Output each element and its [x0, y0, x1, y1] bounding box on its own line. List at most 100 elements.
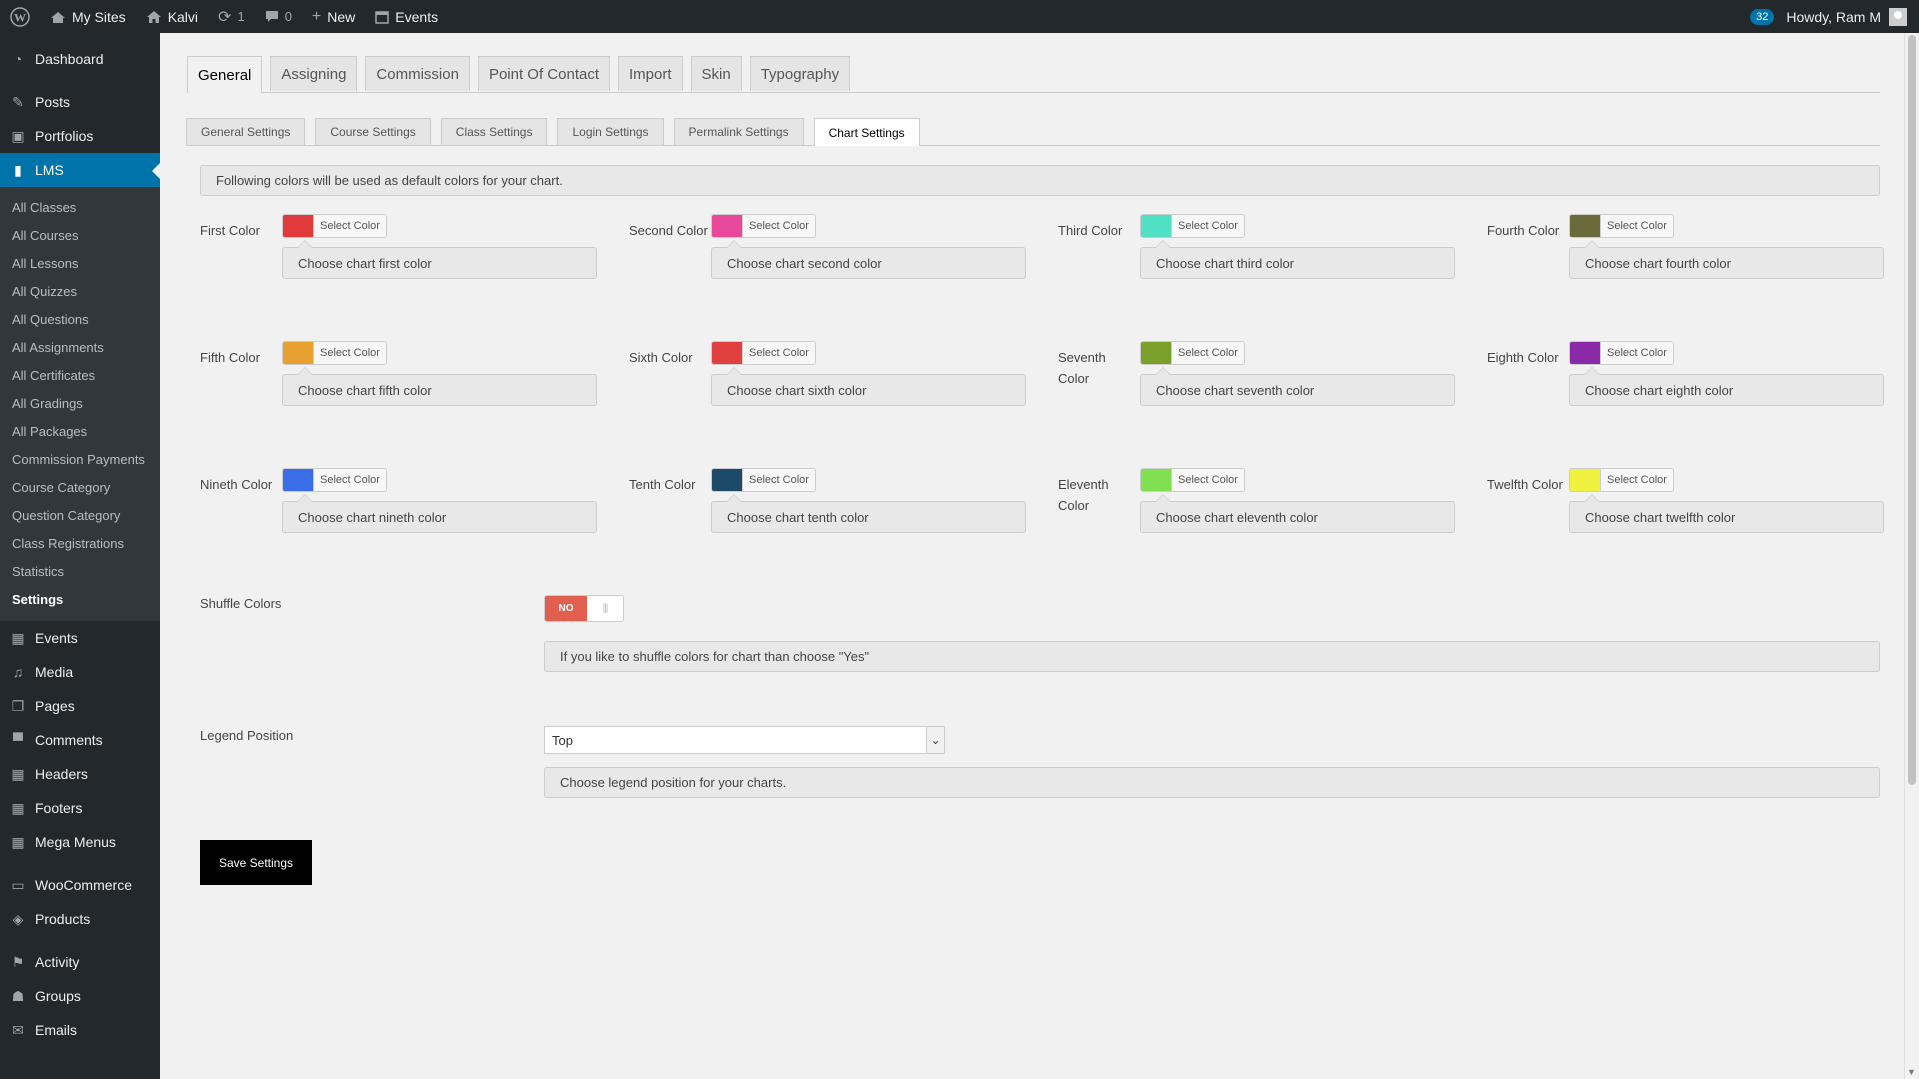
color-picker[interactable]: Select Color	[1569, 341, 1674, 365]
new-content-button[interactable]: + New	[302, 0, 365, 33]
subtab-course-settings[interactable]: Course Settings	[315, 118, 431, 145]
save-settings-button[interactable]: Save Settings	[200, 840, 312, 885]
subtab-permalink-settings[interactable]: Permalink Settings	[673, 118, 804, 145]
tab-skin[interactable]: Skin	[690, 56, 742, 91]
tab-assigning[interactable]: Assigning	[270, 56, 358, 91]
color-picker[interactable]: Select Color	[1140, 341, 1245, 365]
wordpress-logo-button[interactable]: W	[0, 0, 40, 33]
submenu-all-questions[interactable]: All Questions	[0, 306, 160, 334]
events-button[interactable]: Events	[365, 0, 448, 33]
sidebar-item-footers[interactable]: ▦ Footers	[0, 791, 160, 825]
submenu-all-quizzes[interactable]: All Quizzes	[0, 278, 160, 306]
tab-general[interactable]: General	[187, 56, 263, 93]
color-picker[interactable]: Select Color	[1569, 214, 1674, 238]
select-color-button[interactable]: Select Color	[1600, 469, 1673, 491]
color-swatch[interactable]	[1570, 469, 1600, 491]
submenu-question-category[interactable]: Question Category	[0, 502, 160, 530]
pages-icon: ❐	[11, 697, 25, 714]
color-picker[interactable]: Select Color	[711, 214, 816, 238]
color-swatch[interactable]	[712, 215, 742, 237]
color-swatch[interactable]	[283, 469, 313, 491]
submenu-course-category[interactable]: Course Category	[0, 474, 160, 502]
submenu-all-gradings[interactable]: All Gradings	[0, 390, 160, 418]
comments-button[interactable]: 0	[255, 0, 302, 33]
color-swatch[interactable]	[283, 342, 313, 364]
updates-button[interactable]: ⟳ 1	[208, 0, 255, 33]
scroll-down-arrow-icon[interactable]: ▼	[1907, 1067, 1916, 1077]
color-swatch[interactable]	[1141, 342, 1171, 364]
color-swatch[interactable]	[712, 469, 742, 491]
select-color-button[interactable]: Select Color	[1600, 342, 1673, 364]
color-picker[interactable]: Select Color	[282, 214, 387, 238]
select-color-button[interactable]: Select Color	[313, 469, 386, 491]
select-color-button[interactable]: Select Color	[313, 342, 386, 364]
submenu-all-courses[interactable]: All Courses	[0, 222, 160, 250]
select-color-button[interactable]: Select Color	[1171, 469, 1244, 491]
tab-typography[interactable]: Typography	[749, 56, 851, 91]
color-swatch[interactable]	[1570, 342, 1600, 364]
sidebar-item-lms[interactable]: ▮ LMS	[0, 153, 160, 187]
color-swatch[interactable]	[283, 215, 313, 237]
submenu-settings[interactable]: Settings	[0, 586, 160, 614]
legend-position-select[interactable]: Top ⌄	[544, 726, 945, 754]
subtab-login-settings[interactable]: Login Settings	[557, 118, 664, 145]
color-picker[interactable]: Select Color	[711, 341, 816, 365]
sidebar-item-activity[interactable]: ⚑ Activity	[0, 945, 160, 979]
sidebar-item-posts[interactable]: ✎ Posts	[0, 85, 160, 119]
color-swatch[interactable]	[1570, 215, 1600, 237]
sidebar-item-woocommerce[interactable]: ▭ WooCommerce	[0, 868, 160, 902]
color-swatch[interactable]	[1141, 215, 1171, 237]
select-color-button[interactable]: Select Color	[313, 215, 386, 237]
color-picker[interactable]: Select Color	[282, 468, 387, 492]
color-swatch[interactable]	[712, 342, 742, 364]
sidebar-item-headers[interactable]: ▦ Headers	[0, 757, 160, 791]
select-color-button[interactable]: Select Color	[1171, 342, 1244, 364]
sidebar-item-comments[interactable]: ▀ Comments	[0, 723, 160, 757]
sidebar-item-products[interactable]: ◈ Products	[0, 902, 160, 936]
color-picker[interactable]: Select Color	[1140, 468, 1245, 492]
color-picker[interactable]: Select Color	[711, 468, 816, 492]
submenu-commission-payments[interactable]: Commission Payments	[0, 446, 160, 474]
submenu-all-packages[interactable]: All Packages	[0, 418, 160, 446]
sidebar-item-portfolios[interactable]: ▣ Portfolios	[0, 119, 160, 153]
admin-sidebar: ◔ Dashboard ✎ Posts ▣ Portfolios ▮ LMS A…	[0, 33, 160, 1079]
avatar[interactable]	[1889, 7, 1907, 26]
tab-point-of-contact[interactable]: Point Of Contact	[477, 56, 610, 91]
sidebar-item-mega-menus[interactable]: ▦ Mega Menus	[0, 825, 160, 859]
select-color-button[interactable]: Select Color	[742, 469, 815, 491]
sidebar-item-pages[interactable]: ❐ Pages	[0, 689, 160, 723]
submenu-all-classes[interactable]: All Classes	[0, 194, 160, 222]
subtab-class-settings[interactable]: Class Settings	[440, 118, 548, 145]
tab-commission[interactable]: Commission	[365, 56, 470, 91]
sidebar-item-events[interactable]: ▦ Events	[0, 621, 160, 655]
select-color-button[interactable]: Select Color	[1600, 215, 1673, 237]
sidebar-item-media[interactable]: ♫ Media	[0, 655, 160, 689]
select-color-button[interactable]: Select Color	[742, 215, 815, 237]
site-name-button[interactable]: Kalvi	[136, 0, 208, 33]
color-picker[interactable]: Select Color	[1569, 468, 1674, 492]
page-scrollbar[interactable]: ▼	[1904, 33, 1919, 1079]
scrollbar-thumb[interactable]	[1908, 35, 1916, 785]
notifications-badge[interactable]: 32	[1750, 8, 1775, 25]
select-color-button[interactable]: Select Color	[1171, 215, 1244, 237]
color-picker[interactable]: Select Color	[282, 341, 387, 365]
select-color-button[interactable]: Select Color	[742, 342, 815, 364]
color-swatch[interactable]	[1141, 469, 1171, 491]
color-picker[interactable]: Select Color	[1140, 214, 1245, 238]
color-description: Choose chart sixth color	[711, 367, 1026, 406]
submenu-statistics[interactable]: Statistics	[0, 558, 160, 586]
submenu-all-certificates[interactable]: All Certificates	[0, 362, 160, 390]
submenu-class-registrations[interactable]: Class Registrations	[0, 530, 160, 558]
sidebar-item-groups[interactable]: ☗ Groups	[0, 979, 160, 1013]
submenu-all-lessons[interactable]: All Lessons	[0, 250, 160, 278]
subtab-chart-settings[interactable]: Chart Settings	[813, 118, 920, 146]
my-sites-button[interactable]: My Sites	[40, 0, 136, 33]
tab-import[interactable]: Import	[618, 56, 683, 91]
color-description: Choose chart fifth color	[282, 367, 597, 406]
shuffle-colors-toggle[interactable]: NO |||	[544, 595, 624, 622]
sidebar-item-dashboard[interactable]: ◔ Dashboard	[0, 42, 160, 76]
subtab-general-settings[interactable]: General Settings	[186, 118, 306, 145]
submenu-all-assignments[interactable]: All Assignments	[0, 334, 160, 362]
sidebar-item-emails[interactable]: ✉ Emails	[0, 1013, 160, 1047]
howdy-user-menu[interactable]: Howdy, Ram M	[1786, 9, 1881, 25]
